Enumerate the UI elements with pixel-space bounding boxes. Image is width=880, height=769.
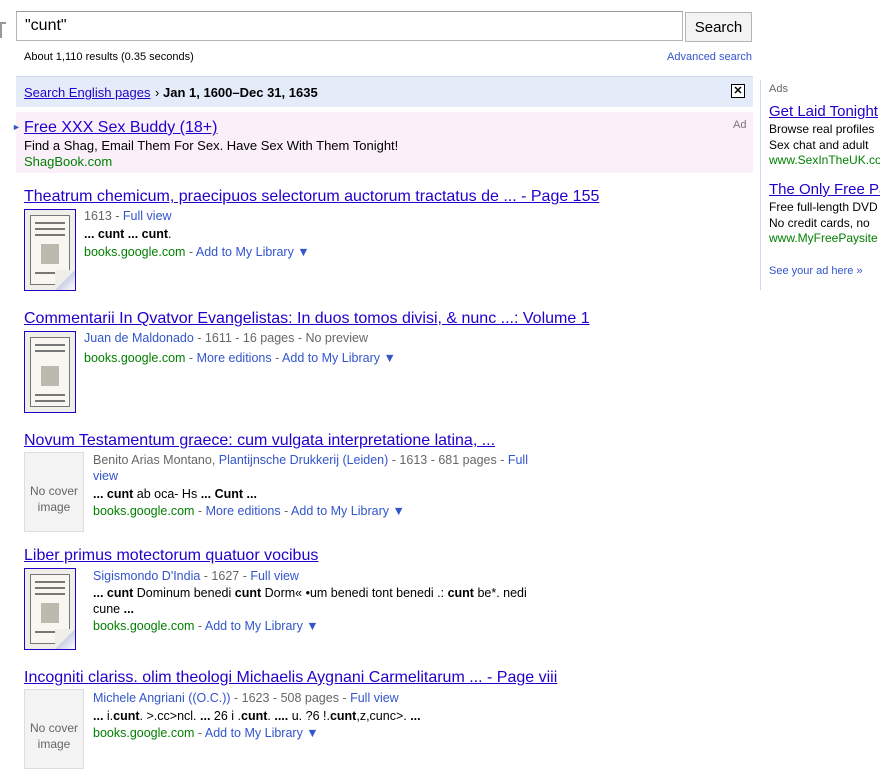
result-url: books.google.com <box>84 245 186 259</box>
ads-label: Ads <box>769 83 788 95</box>
publisher-link[interactable]: Plantijnsche Drukkerij (Leiden) <box>219 453 389 467</box>
add-to-library-link[interactable]: Add to My Library ▼ <box>282 351 396 365</box>
book-cover-thumbnail[interactable] <box>24 209 76 291</box>
author-link[interactable]: Juan de Maldonado <box>84 331 194 345</box>
top-ad-url: ShagBook.com <box>24 154 113 169</box>
add-to-library-link[interactable]: Add to My Library ▼ <box>205 619 319 633</box>
result-snippet: ... i.cunt. >.cc>ncl. ... 26 i .cunt. ..… <box>93 709 421 723</box>
side-ad-title-link[interactable]: The Only Free Pay <box>769 181 880 198</box>
add-to-library-link[interactable]: Add to My Library ▼ <box>205 726 319 740</box>
result-meta: Benito Arias Montano, Plantijnsche Drukk… <box>93 453 528 467</box>
book-cover-thumbnail[interactable] <box>24 331 76 413</box>
date-filter-bar: Search English pages › Jan 1, 1600–Dec 3… <box>16 76 753 107</box>
result-url: books.google.com <box>93 726 195 740</box>
result-meta-wrap: view <box>93 469 118 483</box>
result-url-line: books.google.com - More editions - Add t… <box>93 504 405 518</box>
more-editions-link[interactable]: More editions <box>197 351 272 365</box>
full-view-link[interactable]: Full view <box>123 209 172 223</box>
result-meta: Juan de Maldonado - 1611 - 16 pages - No… <box>84 331 368 345</box>
no-cover-image[interactable]: No cover image <box>24 689 84 769</box>
result-snippet: ... cunt ... cunt. <box>84 227 172 241</box>
result-meta: Michele Angriani ((O.C.)) - 1623 - 508 p… <box>93 691 399 705</box>
more-editions-link[interactable]: More editions <box>206 504 281 518</box>
full-view-link[interactable]: Full <box>508 453 528 467</box>
result-title-link[interactable]: Incogniti clariss. olim theologi Michael… <box>24 669 557 687</box>
author-link[interactable]: Michele Angriani ((O.C.)) <box>93 691 231 705</box>
result-url: books.google.com <box>93 504 195 518</box>
result-snippet-line-2: cune ... <box>93 602 135 616</box>
side-ad-url: www.SexInTheUK.co <box>769 153 880 167</box>
breadcrumb-separator: › <box>155 85 160 100</box>
logo-fragment <box>0 22 6 38</box>
side-ad-url: www.MyFreePaysite <box>769 231 878 245</box>
search-input[interactable] <box>16 11 683 41</box>
search-button[interactable]: Search <box>685 12 752 42</box>
side-ad-line: Browse real profiles <box>769 122 875 136</box>
ad-tag: Ad <box>733 119 747 131</box>
book-cover-thumbnail[interactable] <box>24 568 76 650</box>
side-ad-line: Sex chat and adult <box>769 138 869 152</box>
top-ad-title-link[interactable]: Free XXX Sex Buddy (18+) <box>24 119 217 137</box>
full-view-link-continued[interactable]: view <box>93 469 118 483</box>
result-url-line: books.google.com - Add to My Library ▼ <box>93 619 319 633</box>
no-cover-image[interactable]: No cover image <box>24 452 84 532</box>
result-title-link[interactable]: Commentarii In Qvatvor Evangelistas: In … <box>24 310 590 328</box>
top-ad-description: Find a Shag, Email Them For Sex. Have Se… <box>24 138 399 153</box>
result-meta: 1613 - Full view <box>84 209 172 223</box>
search-english-pages-link[interactable]: Search English pages <box>24 85 150 100</box>
add-to-library-link[interactable]: Add to My Library ▼ <box>291 504 405 518</box>
result-url-line: books.google.com - Add to My Library ▼ <box>93 726 319 740</box>
side-ad-line: No credit cards, no <box>769 216 870 230</box>
full-view-link[interactable]: Full view <box>350 691 399 705</box>
result-url: books.google.com <box>84 351 186 365</box>
result-url-line: books.google.com - Add to My Library ▼ <box>84 245 310 259</box>
result-title-link[interactable]: Theatrum chemicum, praecipuos selectorum… <box>24 188 599 206</box>
add-to-library-link[interactable]: Add to My Library ▼ <box>196 245 310 259</box>
result-title-link[interactable]: Novum Testamentum graece: cum vulgata in… <box>24 432 495 450</box>
result-stats: About 1,110 results (0.35 seconds) <box>24 51 194 63</box>
side-ad-title-link[interactable]: Get Laid Tonight <box>769 103 878 120</box>
full-view-link[interactable]: Full view <box>250 569 299 583</box>
advanced-search-link[interactable]: Advanced search <box>667 51 752 63</box>
close-filter-icon[interactable]: ✕ <box>731 84 745 98</box>
result-url-line: books.google.com - More editions - Add t… <box>84 351 396 365</box>
ad-arrow-icon: ► <box>12 122 21 132</box>
result-meta: Sigismondo D'India - 1627 - Full view <box>93 569 299 583</box>
side-ad-line: Free full-length DVD <box>769 200 878 214</box>
result-title-link[interactable]: Liber primus motectorum quatuor vocibus <box>24 547 318 565</box>
see-your-ad-link[interactable]: See your ad here » <box>769 265 863 277</box>
result-snippet: ... cunt Dominum benedi cunt Dorm« •um b… <box>93 586 527 600</box>
author-link[interactable]: Sigismondo D'India <box>93 569 200 583</box>
date-range-label: Jan 1, 1600–Dec 31, 1635 <box>163 85 318 100</box>
result-url: books.google.com <box>93 619 195 633</box>
result-snippet: ... cunt ab oca- Hs ... Cunt ... <box>93 487 257 501</box>
